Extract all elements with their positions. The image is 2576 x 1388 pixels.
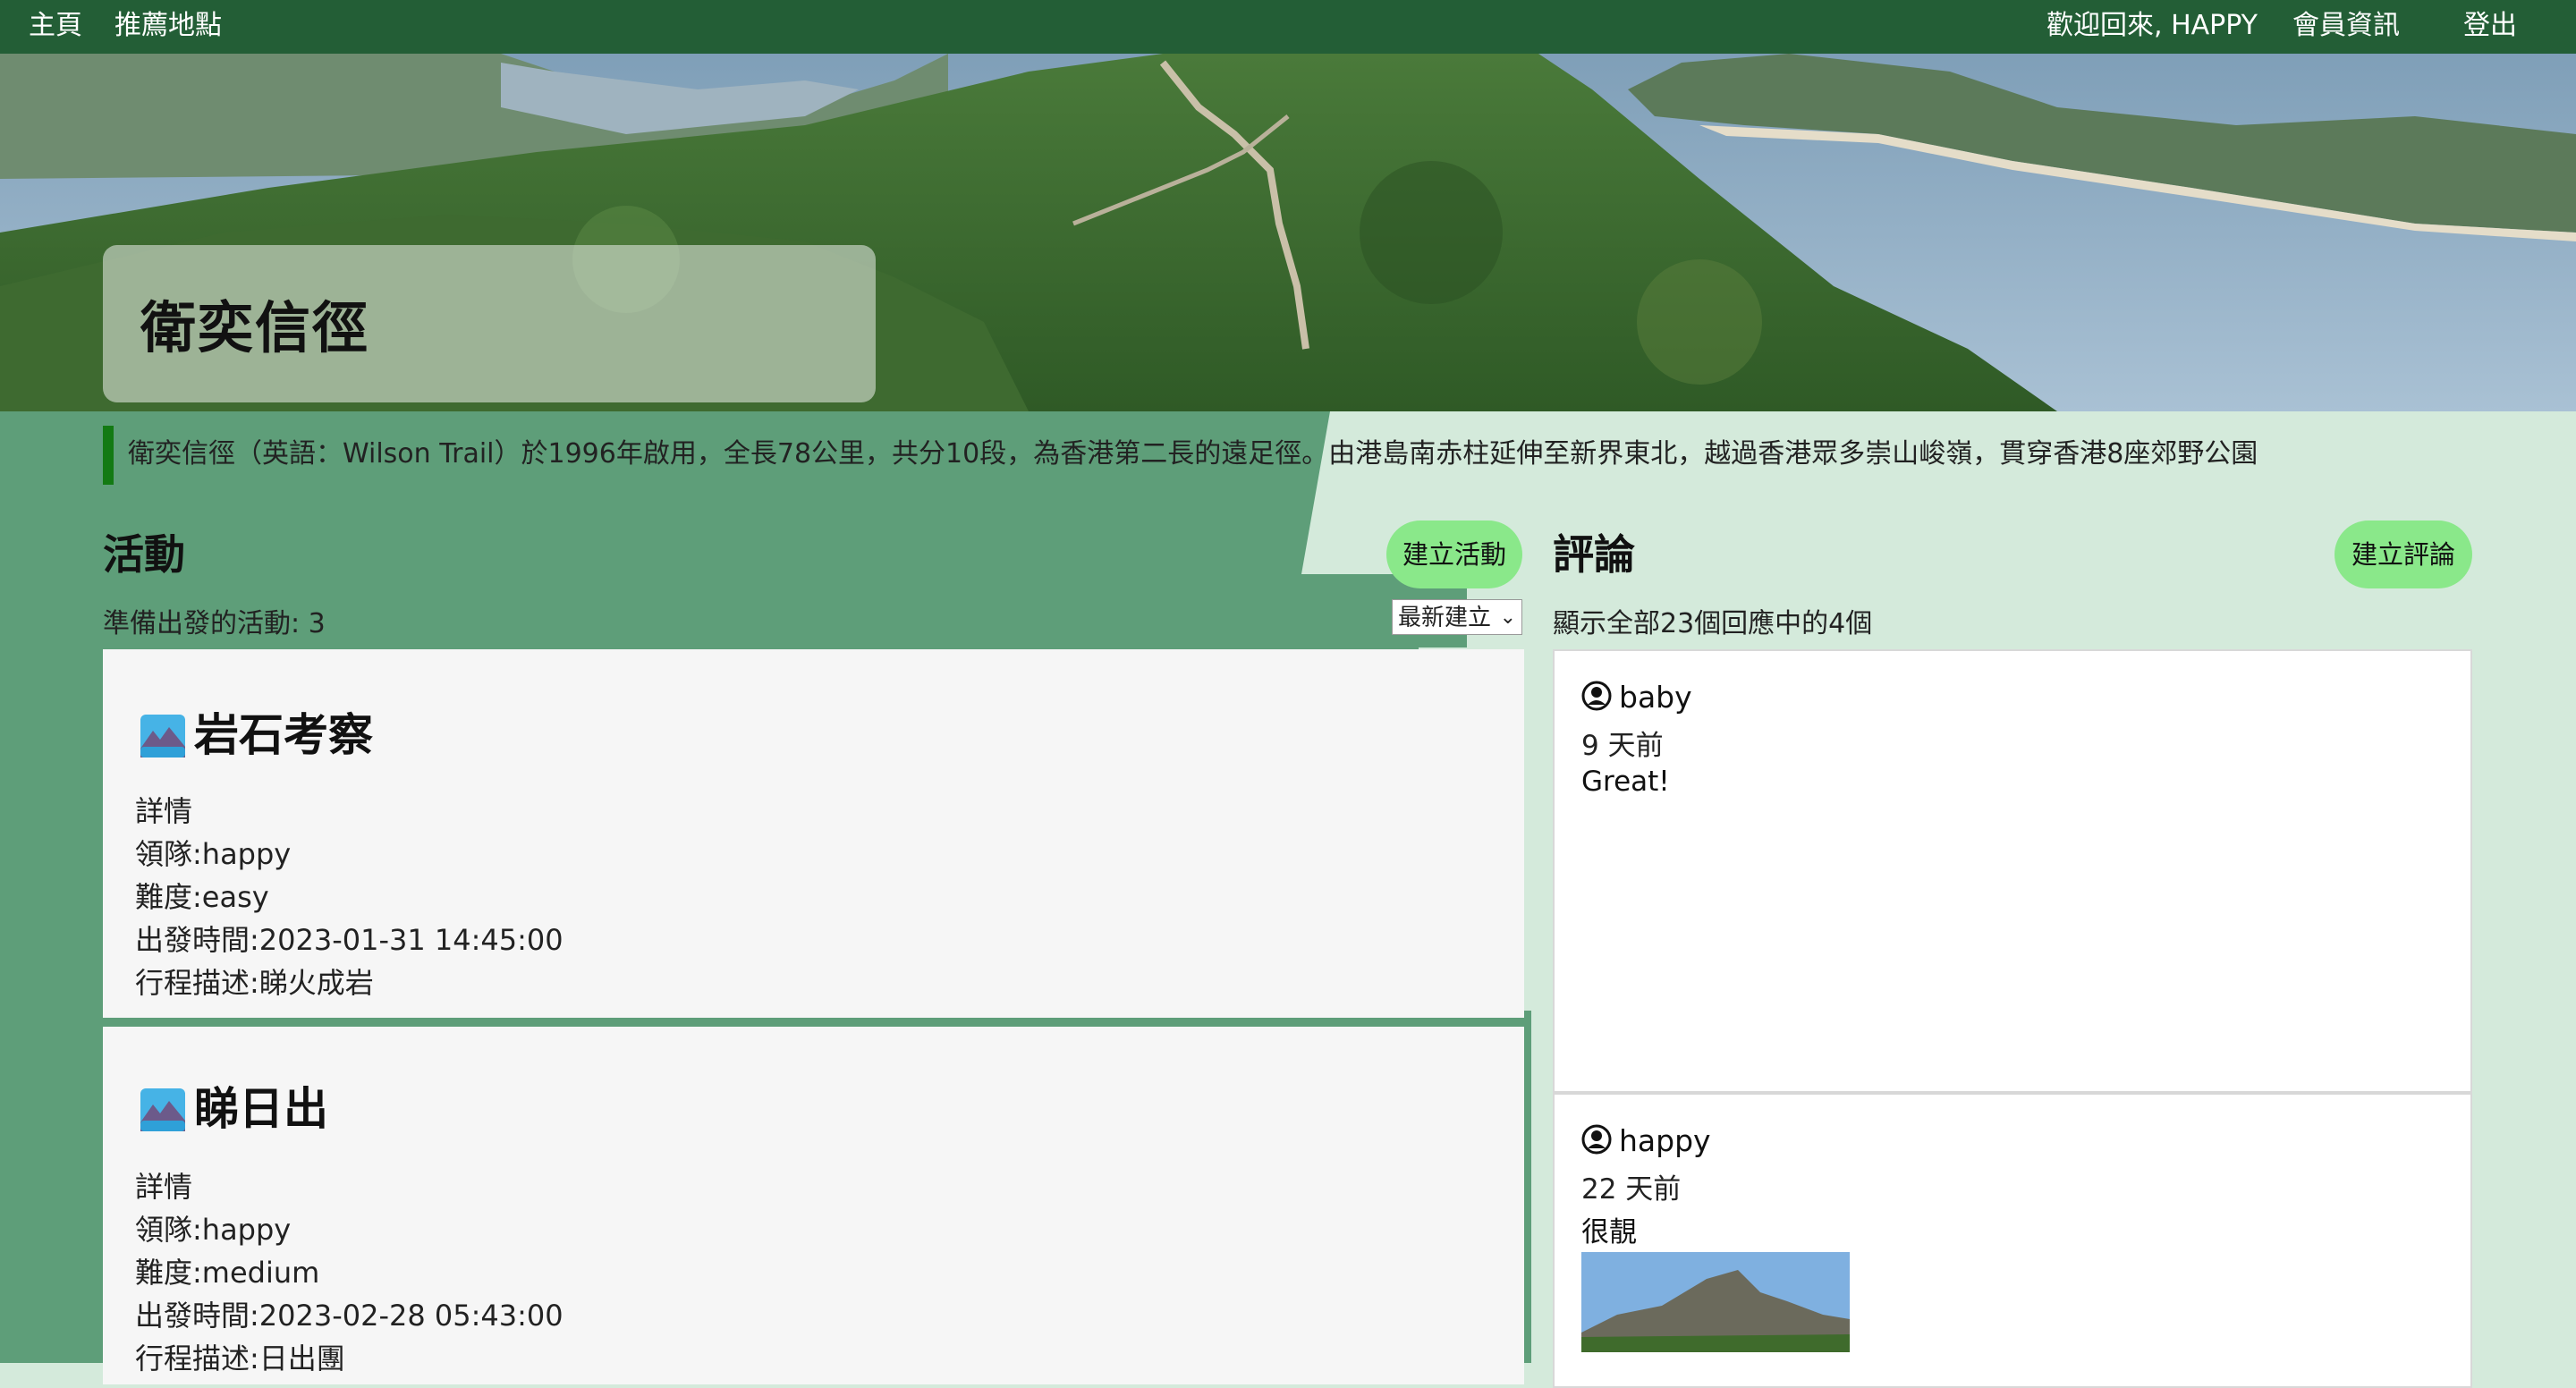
create-review-button[interactable]: 建立評論 <box>2334 520 2472 588</box>
trail-title: 衛奕信徑 <box>140 295 370 360</box>
activity-title: 岩石考察 <box>194 709 373 761</box>
landscape-icon <box>140 715 185 757</box>
activity-details-link[interactable]: 詳情 <box>135 1164 192 1206</box>
review-user: baby <box>1581 680 1692 715</box>
sort-selected-value: 最新建立 <box>1398 605 1492 631</box>
user-circle-icon <box>1581 1124 1612 1155</box>
nav-logout-link[interactable]: 登出 <box>2463 8 2517 44</box>
review-time: 22 天前 <box>1581 1173 1682 1206</box>
welcome-text: 歡迎回來, HAPPY <box>2046 10 2258 41</box>
activities-title: 活動 <box>103 530 185 579</box>
review-username: baby <box>1619 680 1692 715</box>
activity-title-row: 睇日出 <box>140 1073 328 1138</box>
activity-itinerary: 行程描述:日出團 <box>135 1341 345 1375</box>
activity-itinerary: 行程描述:睇火成岩 <box>135 966 374 1000</box>
activity-departure: 出發時間:2023-01-31 14:45:00 <box>135 923 564 957</box>
divider <box>103 1018 1398 1027</box>
activity-card[interactable]: 睇日出 詳情 領隊:happy 難度:medium 出發時間:2023-02-2… <box>103 1027 1524 1384</box>
review-text: Great! <box>1581 766 1670 798</box>
activity-leader: 領隊:happy <box>135 837 292 871</box>
create-activity-button[interactable]: 建立活動 <box>1386 520 1522 588</box>
nav-recommended-link[interactable]: 推薦地點 <box>114 8 222 44</box>
nav-member-info-link[interactable]: 會員資訊 <box>2292 8 2400 44</box>
activity-details-link[interactable]: 詳情 <box>135 789 192 830</box>
activity-sort-select[interactable]: 最新建立 ⌄ <box>1392 599 1522 635</box>
activity-difficulty: 難度:medium <box>135 1256 320 1290</box>
landscape-icon <box>140 1088 185 1131</box>
user-circle-icon <box>1581 681 1612 711</box>
review-username: happy <box>1619 1123 1711 1158</box>
activity-difficulty: 難度:easy <box>135 880 269 914</box>
review-photo[interactable] <box>1581 1252 1850 1352</box>
trail-description: 衛奕信徑（英語：Wilson Trail）於1996年啟用，全長78公里，共分1… <box>103 426 2258 485</box>
activities-count: 準備出發的活動: 3 <box>103 608 326 639</box>
top-navbar: 主頁 推薦地點 歡迎回來, HAPPY 會員資訊 登出 <box>0 0 2576 54</box>
review-item: happy 22 天前 很靚 <box>1553 1093 2472 1388</box>
reviews-count: 顯示全部23個回應中的4個 <box>1553 608 1873 639</box>
activity-title-row: 岩石考察 <box>140 699 373 764</box>
review-user: happy <box>1581 1123 1711 1158</box>
trail-title-box: 衛奕信徑 <box>103 245 876 402</box>
reviews-title: 評論 <box>1553 530 1635 579</box>
review-text: 很靚 <box>1581 1216 1637 1248</box>
nav-home-link[interactable]: 主頁 <box>29 8 82 44</box>
chevron-down-icon: ⌄ <box>1499 606 1516 629</box>
review-time: 9 天前 <box>1581 730 1664 762</box>
activity-departure: 出發時間:2023-02-28 05:43:00 <box>135 1299 564 1333</box>
activity-leader: 領隊:happy <box>135 1213 292 1247</box>
activity-card[interactable]: 岩石考察 詳情 領隊:happy 難度:easy 出發時間:2023-01-31… <box>103 649 1524 1018</box>
review-item: baby 9 天前 Great! <box>1553 649 2472 1093</box>
activity-title: 睇日出 <box>194 1083 328 1135</box>
